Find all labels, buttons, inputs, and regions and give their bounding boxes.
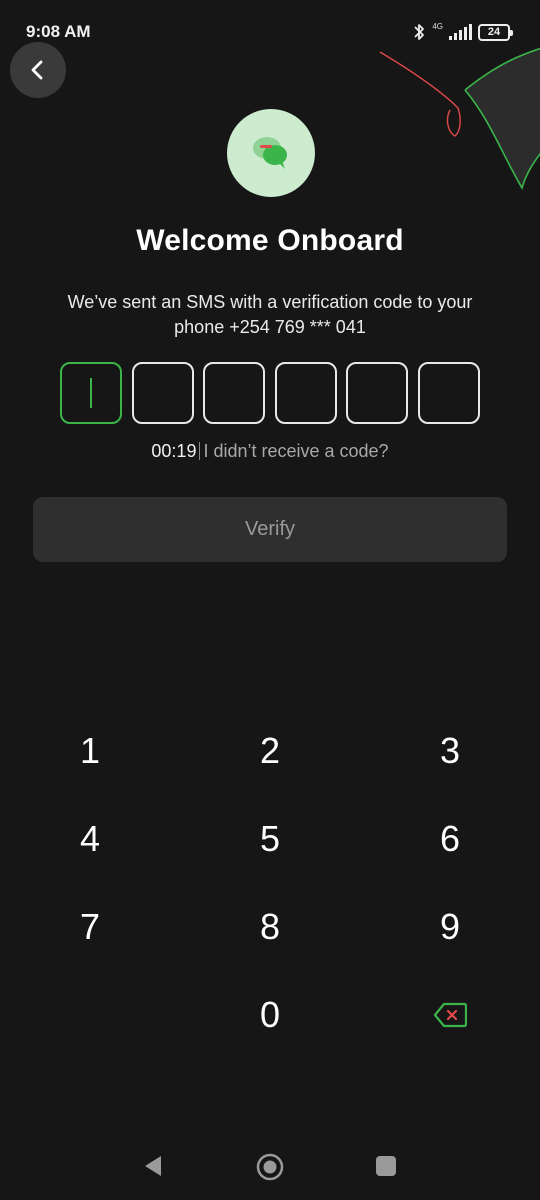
nav-back-icon (145, 1156, 161, 1176)
key-6[interactable]: 6 (390, 799, 510, 879)
otp-code-inputs (60, 362, 480, 424)
key-0[interactable]: 0 (210, 975, 330, 1055)
network-label: 4G (432, 21, 443, 31)
key-9[interactable]: 9 (390, 887, 510, 967)
status-icons: 4G 24 (412, 21, 513, 42)
key-5[interactable]: 5 (210, 799, 330, 879)
key-7[interactable]: 7 (30, 887, 150, 967)
key-3[interactable]: 3 (390, 711, 510, 791)
battery-level: 24 (487, 26, 501, 38)
chevron-left-icon (31, 60, 43, 80)
countdown-timer: 00:19 (151, 441, 197, 461)
nav-recents-button[interactable] (374, 1152, 398, 1180)
key-8[interactable]: 8 (210, 887, 330, 967)
verification-message-line1: We’ve sent an SMS with a verification co… (67, 292, 473, 312)
key-4[interactable]: 4 (30, 799, 150, 879)
key-2[interactable]: 2 (210, 711, 330, 791)
verify-button[interactable]: Verify (33, 497, 507, 562)
back-button[interactable] (10, 42, 66, 98)
key-1[interactable]: 1 (30, 711, 150, 791)
resend-row: 00:19 I didn’t receive a code? (0, 441, 540, 462)
bluetooth-icon (414, 24, 425, 40)
backspace-icon (433, 1002, 467, 1028)
backspace-key[interactable] (390, 975, 510, 1055)
resend-code-link[interactable]: I didn’t receive a code? (203, 441, 388, 461)
verification-message-line2: phone +254 769 *** 041 (174, 317, 366, 337)
decorative-corner-graphic (379, 47, 540, 191)
otp-digit-6[interactable] (417, 362, 480, 424)
nav-home-icon (256, 1153, 284, 1181)
nav-recents-icon (376, 1156, 396, 1176)
otp-digit-1[interactable] (60, 362, 122, 424)
status-time: 9:08 AM (26, 22, 91, 41)
nav-back-button[interactable] (140, 1152, 166, 1180)
otp-digit-3[interactable] (203, 362, 266, 424)
text-cursor (90, 378, 92, 408)
otp-digit-5[interactable] (346, 362, 409, 424)
battery-icon: 24 (478, 23, 513, 41)
chat-illustration (227, 109, 315, 197)
otp-digit-2[interactable] (131, 362, 194, 424)
system-nav-bar (0, 1134, 540, 1200)
chat-bubbles-icon (253, 137, 287, 169)
verification-message: We’ve sent an SMS with a verification co… (40, 290, 500, 340)
otp-digit-4[interactable] (274, 362, 337, 424)
divider (199, 442, 201, 460)
nav-home-button[interactable] (255, 1152, 285, 1182)
signal-icon (449, 24, 472, 40)
page-title: Welcome Onboard (136, 224, 404, 257)
